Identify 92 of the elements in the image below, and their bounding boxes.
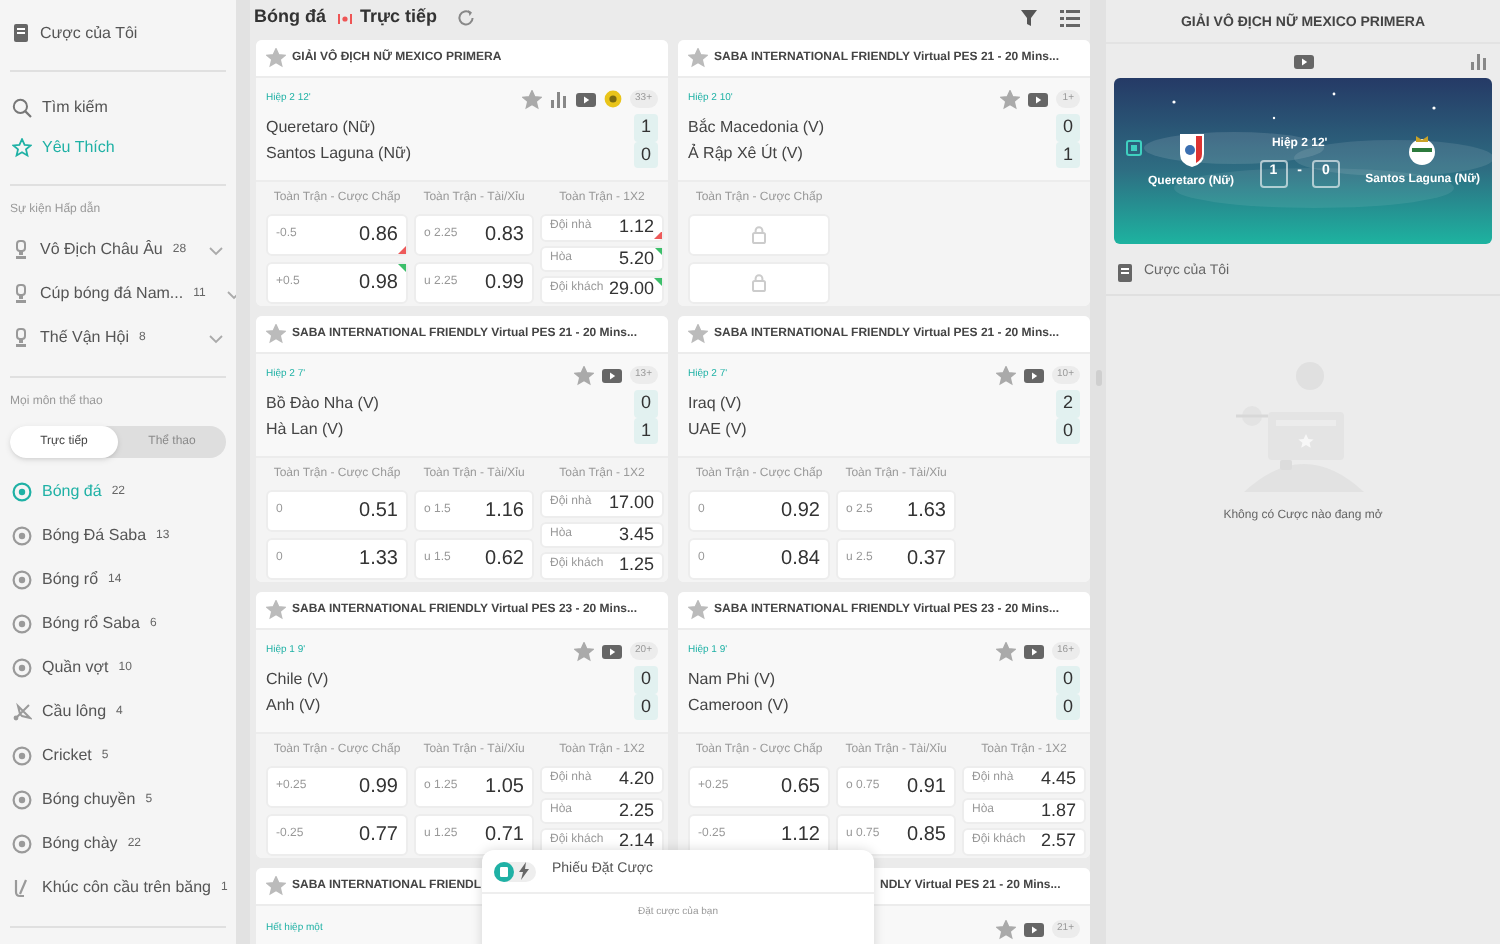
sport-item[interactable]: Cầu lông (42, 700, 107, 724)
shuttlecock-icon (12, 702, 32, 722)
square-icon (1126, 139, 1142, 155)
hockey-stick-icon (12, 878, 32, 898)
ball-icon (12, 526, 32, 546)
sport-title: Bóng đá (254, 4, 326, 31)
team-name: Hà Lan (V) (266, 418, 344, 443)
ball-icon (12, 614, 32, 634)
live-label: Trực tiếp (360, 4, 438, 31)
video-icon (1028, 91, 1049, 107)
team-score: 1 (634, 114, 658, 141)
team-score: 1 (1056, 141, 1080, 168)
team-score: 0 (634, 141, 658, 168)
star-icon (266, 600, 286, 620)
team-score: 0 (634, 693, 658, 720)
team-name: Santos Laguna (Nữ) (266, 142, 412, 167)
lightning-icon (518, 862, 530, 880)
star-icon (573, 365, 594, 385)
team-score: 0 (1056, 114, 1080, 141)
lock-icon (752, 226, 766, 244)
star-icon (573, 641, 594, 661)
sport-item[interactable]: Bóng rổ (42, 568, 99, 592)
odds-button[interactable] (688, 262, 830, 304)
star-icon (266, 324, 286, 344)
list-icon (1060, 8, 1080, 28)
video-icon (1293, 53, 1313, 69)
ball-icon (12, 570, 32, 590)
star-icon (12, 138, 32, 158)
ticket-icon (494, 861, 514, 881)
sport-item[interactable]: Bóng rổ Saba (42, 612, 140, 636)
star-icon (688, 324, 708, 344)
sport-item[interactable]: Bóng chày (42, 832, 118, 856)
lock-icon (752, 274, 766, 292)
team-name: Chile (V) (266, 667, 329, 692)
star-icon (995, 365, 1016, 385)
team-name: Queretaro (Nữ) (266, 115, 376, 140)
ball-icon (12, 834, 32, 854)
search-icon (12, 98, 32, 118)
team-name: Bồ Đào Nha (V) (266, 391, 379, 416)
team-score: 0 (1056, 693, 1080, 720)
refresh-icon (455, 8, 476, 28)
sidebar-item[interactable]: Cược của Tôi (40, 22, 138, 46)
team-name: Ả Rập Xê Út (V) (688, 142, 803, 167)
team-name: UAE (V) (688, 418, 747, 443)
team-name: Nam Phi (V) (688, 667, 776, 692)
ball-icon (12, 790, 32, 810)
live-icon (336, 11, 354, 25)
star-icon (688, 600, 708, 620)
filter-icon (1020, 8, 1038, 28)
video-icon (575, 91, 596, 107)
star-icon (688, 48, 708, 68)
event-name[interactable]: Vô Địch Châu Âu (40, 238, 163, 262)
event-name[interactable]: Thế Vận Hội (40, 326, 129, 350)
sidebar-item[interactable]: Tìm kiếm (42, 96, 108, 120)
team-score: 0 (1056, 417, 1080, 444)
crest-icon (1406, 133, 1439, 165)
star-icon (1000, 89, 1021, 109)
scrollbar[interactable] (1090, 0, 1106, 944)
odds-button[interactable] (688, 214, 830, 256)
bar-chart-icon (1470, 52, 1488, 70)
team-name: Anh (V) (266, 694, 321, 719)
event-name[interactable]: Cúp bóng đá Nam... (40, 282, 184, 306)
star-icon (995, 919, 1016, 939)
team-name: Bắc Macedonia (V) (688, 115, 825, 140)
team-score: 0 (1056, 666, 1080, 693)
video-icon (1023, 367, 1044, 383)
team-name: Iraq (V) (688, 391, 742, 416)
sport-item[interactable]: Quần vợt (42, 656, 109, 680)
chevron-down-icon (208, 245, 224, 255)
star-icon (995, 641, 1016, 661)
team-name: Cameroon (V) (688, 694, 789, 719)
sport-item[interactable]: Khúc côn cầu trên băng (42, 876, 212, 900)
video-icon (1023, 921, 1044, 937)
ball-icon (12, 658, 32, 678)
sport-item[interactable]: Bóng chuyền (42, 788, 136, 812)
sport-item[interactable]: Bóng Đá Saba (42, 524, 147, 548)
team-score: 0 (634, 666, 658, 693)
star-icon (266, 48, 286, 68)
ball-icon (12, 482, 32, 502)
team-score: 1 (634, 417, 658, 444)
sport-item[interactable]: Cricket (42, 744, 92, 768)
video-icon (601, 643, 622, 659)
ball-icon (12, 746, 32, 766)
receipt-icon (12, 24, 30, 44)
team-score: 0 (634, 390, 658, 417)
chevron-down-icon (208, 333, 224, 343)
receipt-icon (1116, 263, 1134, 283)
star-icon (266, 876, 286, 896)
video-icon (601, 367, 622, 383)
star-icon (521, 89, 542, 109)
video-icon (1023, 643, 1044, 659)
team-score: 2 (1056, 390, 1080, 417)
